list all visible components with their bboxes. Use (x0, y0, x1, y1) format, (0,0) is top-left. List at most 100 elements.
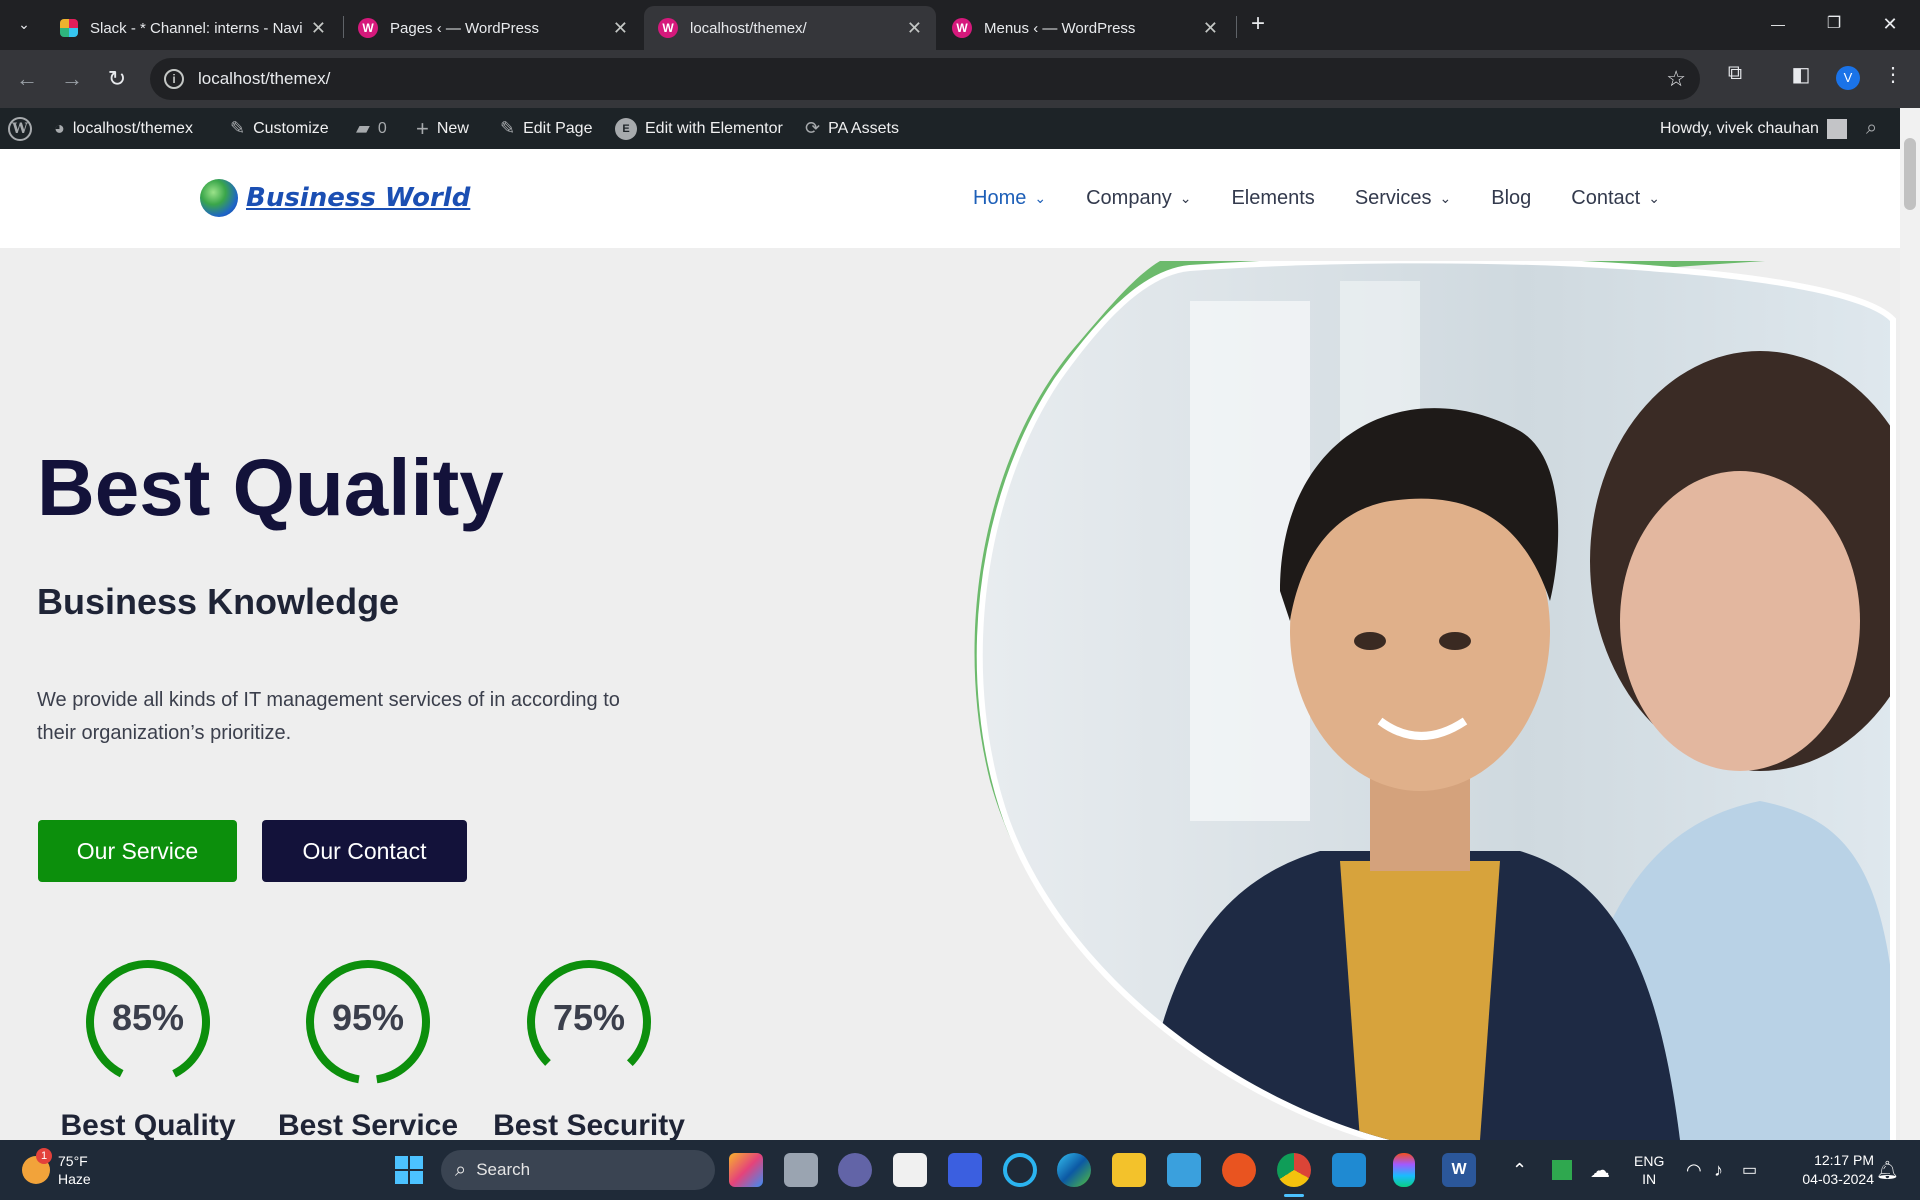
wordpress-logo-icon[interactable]: W (8, 108, 32, 149)
nav-label: Contact (1571, 187, 1641, 209)
ubuntu-icon[interactable] (1222, 1153, 1256, 1187)
comments-link[interactable]: ▰ 0 (356, 108, 387, 149)
language-indicator[interactable]: ENG IN (1634, 1140, 1664, 1200)
nav-services[interactable]: Services ⌄ (1355, 187, 1451, 210)
forward-icon[interactable]: → (55, 62, 89, 96)
nvidia-icon[interactable] (1552, 1140, 1572, 1200)
nav-contact[interactable]: Contact ⌄ (1571, 187, 1660, 210)
restore-button[interactable]: ❐ (1806, 6, 1862, 42)
edit-page-label: Edit Page (523, 119, 593, 137)
tab-menus[interactable]: W Menus ‹ — WordPress ✕ (938, 6, 1232, 50)
notepad-icon[interactable] (1167, 1153, 1201, 1187)
close-icon[interactable]: ✕ (613, 18, 628, 39)
figma-icon[interactable] (1393, 1153, 1415, 1187)
comments-count: 0 (377, 119, 387, 137)
powerautomate-icon[interactable] (948, 1153, 982, 1187)
weather-temp: 75°F (58, 1153, 88, 1169)
taskbar-search[interactable]: ⌕ Search (441, 1150, 715, 1190)
chevron-down-icon: ⌄ (1034, 190, 1047, 206)
tab-themex[interactable]: W localhost/themex/ ✕ (644, 6, 936, 50)
notification-badge: 1 (36, 1148, 52, 1164)
side-panel-icon[interactable]: ◧ (1784, 62, 1818, 87)
close-icon[interactable]: ✕ (311, 18, 326, 39)
customize-link[interactable]: ✎ Customize (230, 108, 329, 149)
profile-avatar[interactable]: V (1836, 66, 1860, 90)
chevron-down-icon: ⌄ (1439, 190, 1452, 206)
edit-page-link[interactable]: ✎ Edit Page (500, 108, 592, 149)
browser-toolbar: ← → ↻ i localhost/themex/ ☆ (0, 50, 1920, 108)
nav-blog[interactable]: Blog (1491, 187, 1531, 210)
pa-assets-label: PA Assets (828, 119, 899, 137)
browser-tab-strip: ⌄ Slack - * Channel: interns - Navi ✕ W … (0, 0, 1920, 50)
tab-slack[interactable]: Slack - * Channel: interns - Navi ✕ (46, 6, 340, 50)
close-icon[interactable]: ✕ (907, 18, 922, 39)
file-explorer-icon[interactable] (1112, 1153, 1146, 1187)
word-icon[interactable]: W (1442, 1153, 1476, 1187)
stat-value: 85% (111, 997, 185, 1038)
comment-icon: ▰ (356, 118, 370, 138)
refresh-icon: ⟳ (805, 118, 821, 138)
lang-line2: IN (1642, 1171, 1657, 1187)
howdy-text: Howdy, vivek chauhan (1660, 119, 1819, 137)
hero-description: We provide all kinds of IT management se… (37, 689, 620, 744)
page-scrollbar[interactable] (1900, 108, 1920, 1140)
windows-start-icon[interactable] (392, 1153, 426, 1187)
account-menu[interactable]: Howdy, vivek chauhan (1660, 108, 1847, 149)
main-navigation: Home ⌄ Company ⌄ Elements Services ⌄ Blo… (973, 187, 1660, 210)
minimize-button[interactable]: — (1750, 6, 1806, 42)
reload-icon[interactable]: ↻ (100, 62, 134, 96)
user-avatar (1826, 118, 1847, 139)
vscode-icon[interactable] (1332, 1153, 1366, 1187)
lang-line1: ENG (1634, 1153, 1665, 1169)
weather-widget[interactable]: 1 75°F Haze (22, 1140, 91, 1200)
our-contact-button[interactable]: Our Contact (262, 820, 467, 882)
tab-pages[interactable]: W Pages ‹ — WordPress ✕ (344, 6, 642, 50)
scrollbar-thumb[interactable] (1904, 138, 1916, 210)
windows-taskbar: 1 75°F Haze ⌕ Search W ⌃ ☁ ENG IN ◠ ♪ ▭ … (0, 1140, 1920, 1200)
chrome-icon[interactable] (1277, 1153, 1311, 1187)
bookmark-star-icon[interactable]: ☆ (1666, 66, 1686, 92)
site-info-icon[interactable]: i (164, 69, 184, 89)
chevron-down-icon: ⌄ (1179, 190, 1192, 206)
onedrive-icon[interactable]: ☁ (1590, 1140, 1610, 1200)
stat-value: 75% (552, 997, 626, 1038)
edit-elementor-link[interactable]: E Edit with Elementor (615, 108, 783, 149)
notification-bell-icon[interactable]: 🔔︎ (1876, 1140, 1899, 1200)
our-service-button[interactable]: Our Service (38, 820, 237, 882)
microsoft-store-icon[interactable] (893, 1153, 927, 1187)
menu-kebab-icon[interactable]: ⋮ (1876, 62, 1910, 87)
battery-icon[interactable]: ▭ (1742, 1140, 1757, 1200)
wp-site-link[interactable]: ◕ localhost/themex (54, 108, 193, 149)
cortana-icon[interactable] (1003, 1153, 1037, 1187)
customize-label: Customize (253, 119, 329, 137)
close-icon[interactable]: ✕ (1203, 18, 1218, 39)
back-icon[interactable]: ← (10, 62, 44, 96)
wifi-icon[interactable]: ◠ (1686, 1140, 1702, 1200)
volume-icon[interactable]: ♪ (1714, 1140, 1723, 1200)
address-bar[interactable]: i localhost/themex/ ☆ (150, 58, 1700, 100)
task-view-icon[interactable] (784, 1153, 818, 1187)
url-text: localhost/themex/ (198, 69, 331, 88)
clock-time: 12:17 PM (1814, 1152, 1874, 1168)
teams-chat-icon[interactable] (838, 1153, 872, 1187)
elementor-icon: E (615, 117, 637, 140)
stat-value: 95% (331, 997, 405, 1038)
edge-icon[interactable] (1057, 1153, 1091, 1187)
extensions-icon[interactable]: ⧉ (1718, 62, 1752, 85)
nav-company[interactable]: Company ⌄ (1086, 187, 1191, 210)
new-content-link[interactable]: + New (416, 108, 469, 149)
nav-elements[interactable]: Elements (1231, 187, 1314, 210)
new-tab-button[interactable]: + (1230, 6, 1286, 42)
search-icon[interactable]: ⌕ (1866, 108, 1877, 149)
close-window-button[interactable]: ✕ (1862, 6, 1918, 42)
nav-home[interactable]: Home ⌄ (973, 187, 1046, 210)
hero-subtitle: Business Knowledge (37, 581, 400, 622)
pa-assets-link[interactable]: ⟳ PA Assets (805, 108, 899, 149)
copilot-icon[interactable] (729, 1153, 763, 1187)
brush-icon: ✎ (230, 118, 246, 138)
nav-label: Services (1354, 187, 1432, 209)
tab-search-button[interactable]: ⌄ (4, 6, 44, 42)
clock[interactable]: 12:17 PM 04-03-2024 (1784, 1140, 1874, 1200)
show-hidden-icons[interactable]: ⌃ (1512, 1140, 1527, 1200)
site-logo[interactable]: Business World (200, 179, 470, 217)
